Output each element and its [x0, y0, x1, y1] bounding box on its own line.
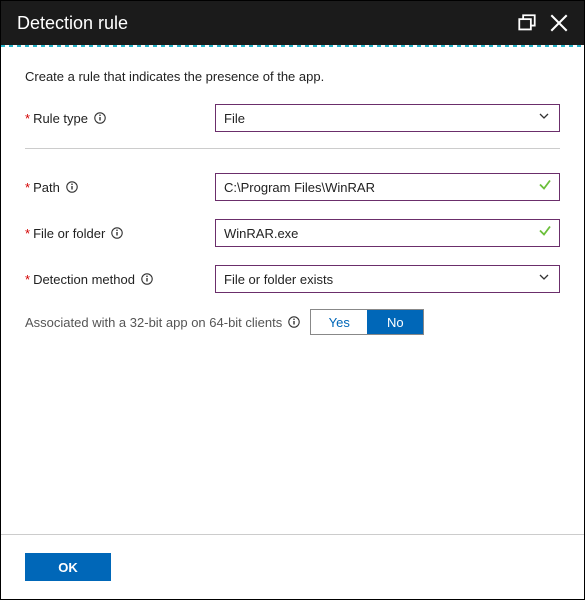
file-or-folder-label: *File or folder — [25, 226, 215, 241]
restore-icon[interactable] — [518, 14, 536, 32]
path-input[interactable]: C:\Program Files\WinRAR — [215, 173, 560, 201]
ok-button[interactable]: OK — [25, 553, 111, 581]
info-icon[interactable] — [288, 316, 300, 328]
bitness-yes-button[interactable]: Yes — [311, 310, 367, 334]
info-icon[interactable] — [94, 112, 106, 124]
bitness-row: Associated with a 32-bit app on 64-bit c… — [25, 309, 560, 335]
rule-type-value: File — [224, 111, 245, 126]
bitness-no-button[interactable]: No — [367, 310, 423, 334]
detection-method-value: File or folder exists — [224, 272, 333, 287]
file-or-folder-value: WinRAR.exe — [224, 226, 298, 241]
info-icon[interactable] — [111, 227, 123, 239]
check-icon — [538, 178, 552, 197]
file-or-folder-input[interactable]: WinRAR.exe — [215, 219, 560, 247]
footer: OK — [1, 534, 584, 599]
titlebar: Detection rule — [1, 1, 584, 45]
bitness-label: Associated with a 32-bit app on 64-bit c… — [25, 315, 300, 330]
rule-type-row: *Rule type File — [25, 102, 560, 134]
divider — [25, 148, 560, 149]
detection-method-select[interactable]: File or folder exists — [215, 265, 560, 293]
detection-method-row: *Detection method File or folder exists — [25, 263, 560, 295]
rule-type-select[interactable]: File — [215, 104, 560, 132]
path-value: C:\Program Files\WinRAR — [224, 180, 375, 195]
content-area: Create a rule that indicates the presenc… — [1, 47, 584, 534]
detection-method-label: *Detection method — [25, 272, 215, 287]
bitness-toggle: Yes No — [310, 309, 424, 335]
chevron-down-icon — [538, 109, 550, 127]
chevron-down-icon — [538, 270, 550, 288]
title-text: Detection rule — [17, 13, 128, 34]
description-text: Create a rule that indicates the presenc… — [25, 69, 560, 84]
rule-type-label: *Rule type — [25, 111, 215, 126]
info-icon[interactable] — [141, 273, 153, 285]
file-or-folder-row: *File or folder WinRAR.exe — [25, 217, 560, 249]
info-icon[interactable] — [66, 181, 78, 193]
path-row: *Path C:\Program Files\WinRAR — [25, 171, 560, 203]
path-label: *Path — [25, 180, 215, 195]
close-icon[interactable] — [550, 14, 568, 32]
check-icon — [538, 224, 552, 243]
